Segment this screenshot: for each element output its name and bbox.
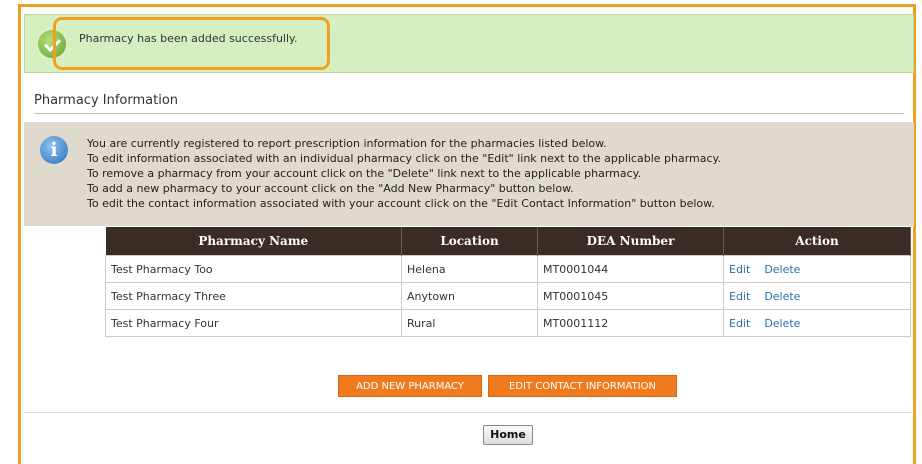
pharmacy-name-cell: Test Pharmacy Four xyxy=(105,309,402,337)
edit-link[interactable]: Edit xyxy=(729,317,750,330)
dea-number-cell: MT0001044 xyxy=(537,255,724,283)
info-text: You are currently registered to report p… xyxy=(87,136,721,211)
pharmacy-name-cell: Test Pharmacy Too xyxy=(105,255,402,283)
column-header-location: Location xyxy=(401,227,538,256)
delete-link[interactable]: Delete xyxy=(764,263,800,276)
delete-link[interactable]: Delete xyxy=(764,317,800,330)
action-cell: Edit Delete xyxy=(723,282,911,310)
action-cell: Edit Delete xyxy=(723,255,911,283)
pharmacy-name-cell: Test Pharmacy Three xyxy=(105,282,402,310)
info-line: To edit information associated with an i… xyxy=(87,152,721,165)
section-divider xyxy=(34,113,904,114)
column-header-pharmacy-name: Pharmacy Name xyxy=(105,227,402,256)
page-title: Pharmacy Information xyxy=(34,93,179,108)
table-row: Test Pharmacy Three Anytown MT0001045 Ed… xyxy=(105,282,911,310)
info-line: You are currently registered to report p… xyxy=(87,137,607,150)
column-header-dea-number: DEA Number xyxy=(537,227,724,256)
location-cell: Anytown xyxy=(401,282,538,310)
pharmacy-table: Pharmacy Name Location DEA Number Action… xyxy=(105,227,911,337)
info-icon: i xyxy=(40,136,68,164)
edit-link[interactable]: Edit xyxy=(729,290,750,303)
location-cell: Helena xyxy=(401,255,538,283)
column-header-action: Action xyxy=(723,227,911,256)
add-new-pharmacy-button[interactable]: ADD NEW PHARMACY xyxy=(338,375,482,397)
edit-contact-information-button[interactable]: EDIT CONTACT INFORMATION xyxy=(488,375,677,397)
footer-divider xyxy=(24,412,914,413)
dea-number-cell: MT0001045 xyxy=(537,282,724,310)
table-row: Test Pharmacy Too Helena MT0001044 Edit D… xyxy=(105,255,911,283)
home-button[interactable]: Home xyxy=(483,425,533,445)
info-line: To remove a pharmacy from your account c… xyxy=(87,167,642,180)
table-header-row: Pharmacy Name Location DEA Number Action xyxy=(105,227,911,256)
delete-link[interactable]: Delete xyxy=(764,290,800,303)
edit-link[interactable]: Edit xyxy=(729,263,750,276)
dea-number-cell: MT0001112 xyxy=(537,309,724,337)
success-message-highlight xyxy=(53,17,330,70)
table-row: Test Pharmacy Four Rural MT0001112 Edit D… xyxy=(105,309,911,337)
info-line: To add a new pharmacy to your account cl… xyxy=(87,182,574,195)
info-line: To edit the contact information associat… xyxy=(87,197,715,210)
action-cell: Edit Delete xyxy=(723,309,911,337)
location-cell: Rural xyxy=(401,309,538,337)
